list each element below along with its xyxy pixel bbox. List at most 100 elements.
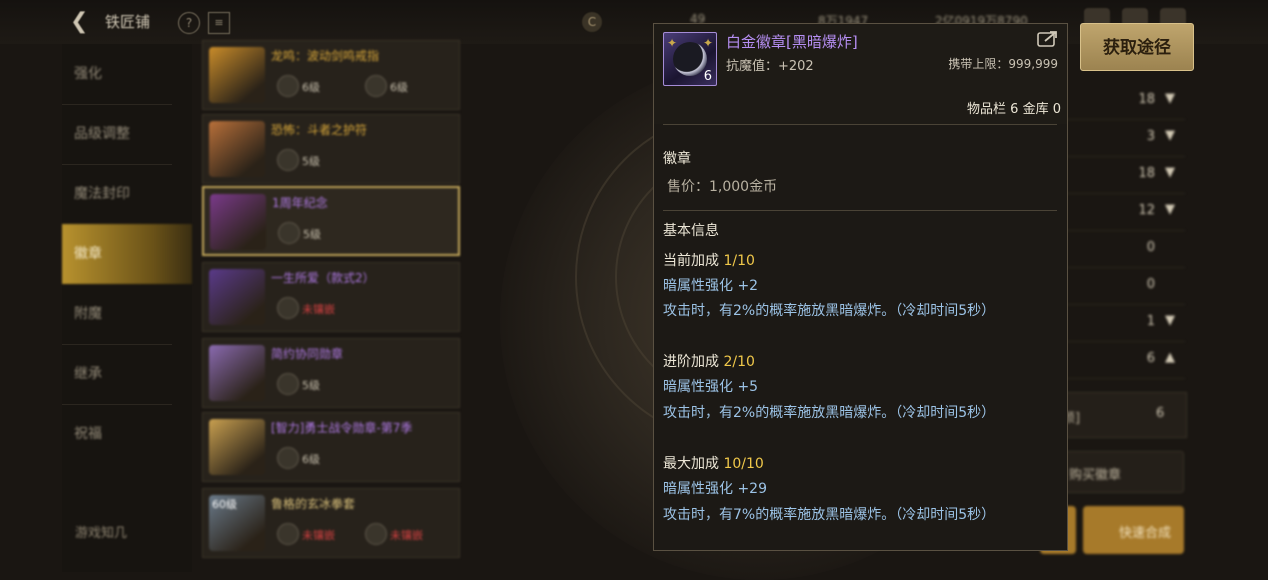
chevron-down-icon[interactable]: ▼ <box>1165 165 1175 180</box>
item-tooltip: ✦ ✦ 6 白金徽章[黑暗爆炸] 抗魔值：+202 携带上限：999,999 物… <box>653 23 1068 551</box>
help-icon[interactable]: ? <box>178 12 200 34</box>
nav-item-seal[interactable]: 魔法封印 <box>62 164 192 224</box>
chevron-up-icon[interactable]: ▲ <box>1165 350 1175 365</box>
chevron-down-icon[interactable]: ▼ <box>1165 91 1175 106</box>
stat-value: 18 <box>1138 92 1155 107</box>
tooltip-header: ✦ ✦ 6 白金徽章[黑暗爆炸] 抗魔值：+202 携带上限：999,999 物… <box>654 24 1067 124</box>
emblem-slot-icon <box>277 373 299 395</box>
page-title: 铁匠铺 <box>105 13 151 31</box>
item-count: 6 <box>703 69 712 84</box>
item-thumbnail <box>209 47 265 103</box>
tier-level: 2/10 <box>723 354 755 370</box>
item-name: 白金徽章[黑暗爆炸] <box>726 33 858 51</box>
nav-item-enhance[interactable]: 强化 <box>62 44 192 104</box>
item-thumbnail <box>209 419 265 475</box>
tier-effect: 攻击时，有2%的概率施放黑暗爆炸。（冷却时间5秒） <box>663 303 996 319</box>
emblem-slot-label: 5级 <box>302 379 320 392</box>
nav-item-enchant[interactable]: 附魔 <box>62 284 192 344</box>
tier-stat: 暗属性强化 +2 <box>663 278 759 294</box>
quick-synthesize-button[interactable]: 快速合成 <box>1083 506 1184 554</box>
emblem-slot-label: 6级 <box>390 81 408 94</box>
emblem-slot-label: 未镶嵌 <box>390 529 423 542</box>
chevron-down-icon[interactable]: ▼ <box>1165 128 1175 143</box>
item-thumbnail: 60级 <box>209 495 265 551</box>
tier-level: 10/10 <box>723 456 764 472</box>
stat-value: 0 <box>1146 277 1155 292</box>
item-row[interactable]: 1周年纪念 5级 <box>202 186 460 256</box>
tier-label: 进阶加成 <box>663 354 719 370</box>
stat-value: 12 <box>1138 203 1155 218</box>
emblem-slot-icon <box>277 149 299 171</box>
item-row[interactable]: 龙鸣：波动剑鸣戒指 6级 6级 <box>202 40 460 110</box>
item-name: 简约协同勋章 <box>271 347 344 361</box>
buy-emblem-label: 购买徽章 <box>1069 468 1122 483</box>
item-row[interactable]: 一生所爱（款式2） 未镶嵌 <box>202 262 460 332</box>
nav-item-inherit[interactable]: 继承 <box>62 344 192 404</box>
item-level: 60级 <box>212 498 237 511</box>
wing-icon: ✦ <box>667 36 678 50</box>
carry-limit: 携带上限：999,999 <box>948 57 1058 71</box>
get-source-button[interactable]: 获取途径 <box>1080 23 1194 71</box>
tier-label: 最大加成 <box>663 456 719 472</box>
tooltip-divider <box>663 210 1057 211</box>
emblem-slot-label: 5级 <box>302 155 320 168</box>
currency-icon: C <box>582 12 602 32</box>
tier-effect: 攻击时，有7%的概率施放黑暗爆炸。（冷却时间5秒） <box>663 507 996 523</box>
chevron-down-icon[interactable]: ▼ <box>1165 202 1175 217</box>
item-row[interactable]: 简约协同勋章 5级 <box>202 338 460 408</box>
emblem-slot-label: 6级 <box>302 81 320 94</box>
emblem-slot-icon <box>277 75 299 97</box>
tier-heading: 进阶加成 2/10 <box>663 351 755 371</box>
nav-item-emblem[interactable]: 徽章 <box>62 224 192 284</box>
item-name: 鲁格的玄冰拳套 <box>271 497 356 511</box>
stat-value: 1 <box>1146 314 1155 329</box>
tier-stat: 暗属性强化 +5 <box>663 379 759 395</box>
tier-label: 当前加成 <box>663 253 719 269</box>
emblem-count-value: 6 <box>1156 406 1165 421</box>
tier-heading: 当前加成 1/10 <box>663 250 755 270</box>
tier-effect: 攻击时，有2%的概率施放黑暗爆炸。（冷却时间5秒） <box>663 405 996 421</box>
stat-value: 3 <box>1146 129 1155 144</box>
crescent-moon-icon <box>673 42 707 76</box>
emblem-slot-label: 6级 <box>302 453 320 466</box>
stat-value: 6 <box>1146 351 1155 366</box>
wing-icon: ✦ <box>702 36 713 50</box>
emblem-slot-icon <box>277 297 299 319</box>
item-row[interactable]: [智力]勇士战令勋章-第7季 6级 <box>202 412 460 482</box>
stat-value: 0 <box>1146 240 1155 255</box>
tier-heading: 最大加成 10/10 <box>663 453 764 473</box>
list-icon[interactable]: ≡ <box>208 12 230 34</box>
item-thumbnail <box>209 121 265 177</box>
emblem-slot-label: 5级 <box>303 228 321 241</box>
emblem-slot-label: 未镶嵌 <box>302 303 335 316</box>
nav-item-amplify[interactable]: 品级调整 <box>62 104 192 164</box>
tier-stat: 暗属性强化 +29 <box>663 481 767 497</box>
emblem-slot-label: 未镶嵌 <box>302 529 335 542</box>
emblem-slot-icon <box>277 447 299 469</box>
item-name: 龙鸣：波动剑鸣戒指 <box>271 49 380 63</box>
emblem-slot-icon <box>278 222 300 244</box>
item-thumbnail <box>210 194 266 250</box>
emblem-icon: ✦ ✦ 6 <box>663 32 717 86</box>
nav-item-blessing[interactable]: 祝福 <box>62 404 192 464</box>
back-arrow-icon[interactable]: ❮ <box>70 10 94 34</box>
item-row[interactable]: 恐怖：斗者之护符 5级 <box>202 114 460 184</box>
item-name: [智力]勇士战令勋章-第7季 <box>271 421 413 435</box>
storage-info: 物品栏 6 金库 0 <box>967 102 1061 117</box>
emblem-slot-icon <box>365 75 387 97</box>
stat-value: 18 <box>1138 166 1155 181</box>
item-thumbnail <box>209 269 265 325</box>
item-name: 恐怖：斗者之护符 <box>271 123 368 137</box>
item-name: 一生所爱（款式2） <box>271 271 375 285</box>
item-name: 1周年纪念 <box>272 196 328 210</box>
top-bar: ❮ 铁匠铺 ? ≡ C 49 8万1947 2亿0919万8790 <box>0 0 1268 44</box>
quick-synthesize-label: 快速合成 <box>1119 526 1172 541</box>
item-price: 售价：1,000金币 <box>667 179 778 195</box>
footer-logo: 游戏知几 <box>75 526 128 541</box>
tooltip-divider <box>663 124 1057 125</box>
emblem-slot-icon <box>365 523 387 545</box>
chevron-down-icon[interactable]: ▼ <box>1165 313 1175 328</box>
item-row[interactable]: 60级 鲁格的玄冰拳套未镶嵌 未镶嵌 <box>202 488 460 558</box>
share-icon[interactable] <box>1037 30 1059 48</box>
tier-level: 1/10 <box>723 253 755 269</box>
